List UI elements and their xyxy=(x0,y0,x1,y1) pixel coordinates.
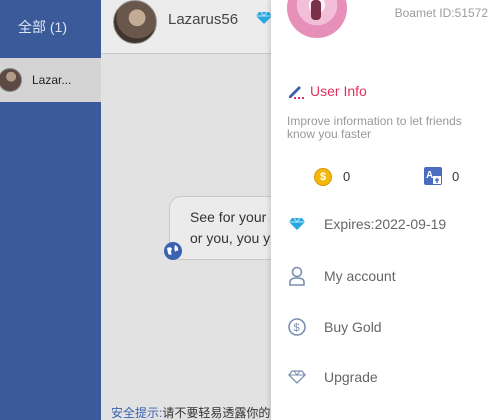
translate-icon: A xyxy=(424,167,442,185)
dollar-circle-icon: $ xyxy=(287,317,307,337)
avatar-figure xyxy=(311,0,321,20)
user-info-link[interactable]: User Info xyxy=(287,82,367,100)
user-icon xyxy=(287,266,307,286)
globe-icon[interactable] xyxy=(163,241,183,261)
my-account-label: My account xyxy=(324,268,396,284)
diamond-icon xyxy=(287,214,307,234)
user-drawer: Boamet ID:51572 User Info Improve inform… xyxy=(271,0,504,420)
translate-balance: 0 xyxy=(452,169,460,184)
safety-tip: 安全提示:请不要轻易透露你的 xyxy=(111,404,270,420)
user-id: Boamet ID:51572 xyxy=(394,6,488,20)
safety-tip-label: 安全提示: xyxy=(111,406,163,420)
svg-text:$: $ xyxy=(294,322,300,334)
gold-balance: 0 xyxy=(343,169,351,184)
safety-tip-text: 请不要轻易透露你的 xyxy=(162,406,271,420)
my-account-menu-item[interactable]: My account xyxy=(287,266,396,286)
expires-label: Expires:2022-09-19 xyxy=(324,216,447,232)
conversation-sidebar: 全部 (1) Lazar... xyxy=(0,0,101,420)
avatar xyxy=(0,68,22,92)
edit-icon xyxy=(289,86,304,99)
conversation-name: Lazar... xyxy=(32,73,72,87)
user-info-hint: Improve information to let friends know … xyxy=(287,114,462,141)
diamond-outline-icon xyxy=(287,367,307,387)
contact-avatar[interactable] xyxy=(113,0,157,44)
tab-all-conversations[interactable]: 全部 (1) xyxy=(0,0,101,54)
svg-text:A: A xyxy=(426,170,433,181)
gold-coin-icon: $ xyxy=(314,168,332,186)
buy-gold-label: Buy Gold xyxy=(324,319,382,335)
user-avatar[interactable] xyxy=(287,0,347,38)
buy-gold-menu-item[interactable]: $ Buy Gold xyxy=(287,317,382,337)
membership-expiry: Expires:2022-09-19 xyxy=(287,214,446,234)
user-info-label: User Info xyxy=(310,83,367,99)
conversation-item[interactable]: Lazar... xyxy=(0,58,101,102)
upgrade-label: Upgrade xyxy=(324,369,378,385)
upgrade-menu-item[interactable]: Upgrade xyxy=(287,367,378,387)
contact-name: Lazarus56 xyxy=(168,11,239,28)
